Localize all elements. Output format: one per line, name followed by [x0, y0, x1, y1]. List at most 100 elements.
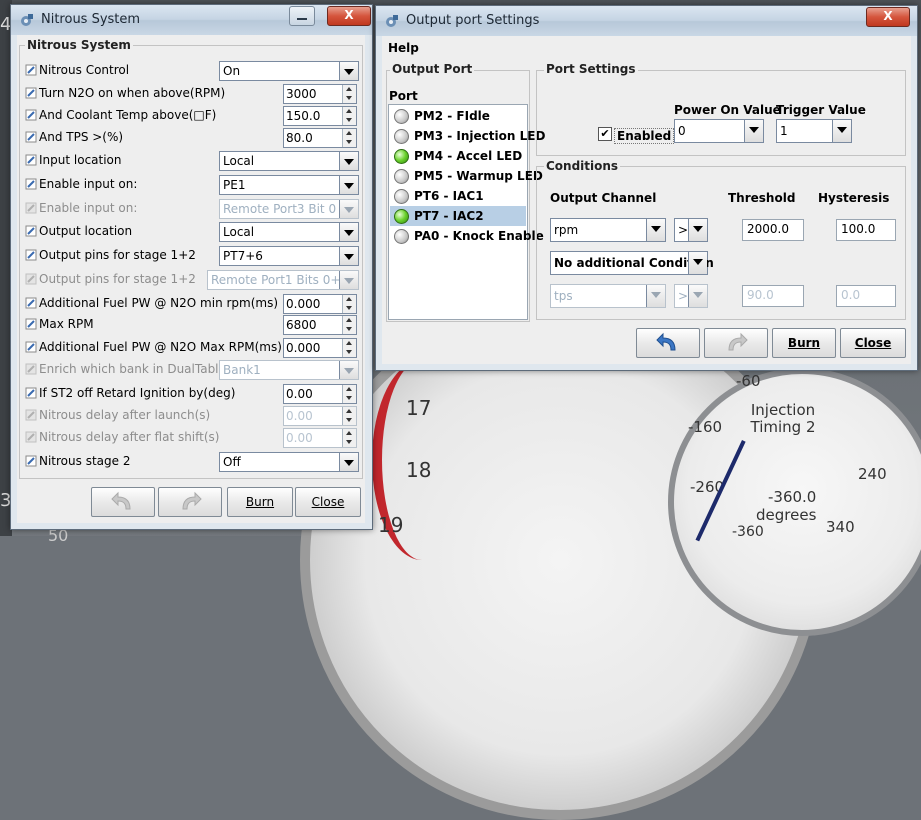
enabled-checkbox[interactable]: ✔ [598, 127, 612, 141]
port-item-label: PA0 - Knock Enable [414, 229, 544, 243]
power-on-select[interactable]: 0 [674, 119, 764, 143]
port-item-label: PM4 - Accel LED [414, 149, 523, 163]
gauge-tick-label: 340 [826, 518, 855, 536]
setting-select[interactable]: On [219, 61, 359, 81]
nitrous-setting-row: Max RPM 6800 [25, 315, 359, 335]
setting-select[interactable]: PE1 [219, 175, 359, 195]
trigger-value: 1 [780, 124, 788, 138]
spinner-value: 80.0 [286, 131, 313, 145]
channel2-value: tps [554, 289, 573, 303]
trigger-select[interactable]: 1 [776, 119, 852, 143]
app-icon [386, 15, 398, 27]
nitrous-setting-row: Turn N2O on when above(RPM) 3000 [25, 84, 359, 104]
setting-spinner[interactable]: 6800 [283, 315, 357, 335]
setting-select[interactable]: Off [219, 452, 359, 472]
setting-spinner[interactable]: 0.000 [283, 294, 357, 314]
setting-spinner[interactable]: 150.0 [283, 106, 357, 126]
close-button[interactable]: Close [295, 487, 361, 517]
setting-spinner[interactable]: 0.00 [283, 428, 357, 448]
output-channel2-select[interactable]: tps [550, 284, 666, 308]
operator2-select[interactable]: > [674, 284, 708, 308]
setting-spinner[interactable]: 3000 [283, 84, 357, 104]
edit-pencil-icon [25, 249, 37, 261]
port-list-item[interactable]: PM2 - FIdle [390, 106, 526, 126]
status-led-icon [394, 169, 409, 184]
output-channel-select[interactable]: rpm [550, 218, 666, 242]
nitrous-setting-row: Output location Local [25, 222, 359, 242]
setting-label: Turn N2O on when above(RPM) [39, 86, 226, 100]
port-list-item[interactable]: PA0 - Knock Enable [390, 226, 544, 246]
gauge-value: -360.0 [768, 488, 817, 506]
hysteresis-input[interactable]: 100.0 [836, 219, 896, 241]
status-led-icon [394, 129, 409, 144]
chevron-down-icon [339, 361, 358, 379]
trigger-label: Trigger Value [776, 103, 866, 117]
port-list-item[interactable]: PM3 - Injection LED [390, 126, 545, 146]
burn-button[interactable]: Burn [227, 487, 293, 517]
enabled-label[interactable]: Enabled [614, 128, 675, 144]
group-title: Port Settings [544, 62, 638, 76]
operator-select[interactable]: > [674, 218, 708, 242]
nitrous-titlebar[interactable]: Nitrous System X [11, 5, 372, 35]
chevron-down-icon [646, 219, 665, 241]
minimize-button[interactable] [289, 6, 315, 26]
spinner-arrows-icon[interactable] [342, 316, 356, 334]
undo-button[interactable] [91, 487, 155, 517]
setting-spinner[interactable]: 0.00 [283, 384, 357, 404]
spinner-arrows-icon[interactable] [342, 85, 356, 103]
nitrous-system-window: Nitrous System X Nitrous System Burn Clo… [10, 4, 373, 530]
port-list-item[interactable]: PM4 - Accel LED [390, 146, 526, 166]
port-list-item[interactable]: PM5 - Warmup LED [390, 166, 543, 186]
hysteresis2-input[interactable]: 0.0 [836, 285, 896, 307]
spinner-arrows-icon[interactable] [342, 385, 356, 403]
setting-select[interactable]: Bank1 [219, 360, 359, 380]
spinner-arrows-icon[interactable] [342, 429, 356, 447]
setting-spinner[interactable]: 80.0 [283, 128, 357, 148]
edit-pencil-icon [25, 87, 37, 99]
close-icon[interactable]: X [327, 6, 371, 26]
chevron-down-icon [339, 271, 358, 289]
output-panel: Help Output Port Port PM2 - FIdle PM3 - I… [382, 36, 911, 364]
setting-select[interactable]: PT7+6 [219, 246, 359, 266]
setting-spinner[interactable]: 0.00 [283, 406, 357, 426]
setting-select[interactable]: Remote Port1 Bits 0+1 [207, 270, 359, 290]
setting-spinner[interactable]: 0.000 [283, 338, 357, 358]
nitrous-setting-row: And TPS >(%) 80.0 [25, 128, 359, 148]
spinner-arrows-icon[interactable] [342, 107, 356, 125]
threshold2-value: 90.0 [747, 288, 774, 302]
port-item-label: PT6 - IAC1 [414, 189, 484, 203]
close-label: Close [854, 336, 892, 350]
setting-select[interactable]: Remote Port3 Bit 0 [219, 199, 359, 219]
nitrous-setting-row: Additional Fuel PW @ N2O Max RPM(ms) 0.00… [25, 338, 359, 358]
redo-button[interactable] [158, 487, 222, 517]
operator-value: > [678, 223, 689, 237]
select-value: Local [223, 154, 255, 168]
setting-select[interactable]: Local [219, 151, 359, 171]
burn-button[interactable]: Burn [772, 328, 836, 358]
close-icon[interactable]: X [866, 7, 910, 27]
port-list-item[interactable]: PT7 - IAC2 [390, 206, 526, 226]
status-led-icon [394, 209, 409, 224]
port-item-label: PT7 - IAC2 [414, 209, 484, 223]
setting-select[interactable]: Local [219, 222, 359, 242]
close-button[interactable]: Close [840, 328, 906, 358]
nitrous-setting-row: Enable input on: PE1 [25, 175, 359, 195]
additional-condition-select[interactable]: No additional Condition [550, 251, 714, 275]
threshold-input[interactable]: 2000.0 [742, 219, 804, 241]
spinner-arrows-icon[interactable] [342, 295, 356, 313]
spinner-arrows-icon[interactable] [342, 407, 356, 425]
spinner-arrows-icon[interactable] [342, 129, 356, 147]
spinner-arrows-icon[interactable] [342, 339, 356, 357]
threshold2-input[interactable]: 90.0 [742, 285, 804, 307]
select-value: On [223, 64, 241, 78]
chevron-down-icon [339, 62, 358, 80]
edit-pencil-icon [25, 455, 37, 467]
edit-pencil-icon [25, 341, 37, 353]
output-titlebar[interactable]: Output port Settings X [376, 6, 917, 36]
port-list-item[interactable]: PT6 - IAC1 [390, 186, 526, 206]
threshold-value: 2000.0 [747, 222, 789, 236]
redo-button[interactable] [704, 328, 768, 358]
menu-help[interactable]: Help [388, 41, 419, 55]
undo-button[interactable] [636, 328, 700, 358]
chevron-down-icon [339, 152, 358, 170]
